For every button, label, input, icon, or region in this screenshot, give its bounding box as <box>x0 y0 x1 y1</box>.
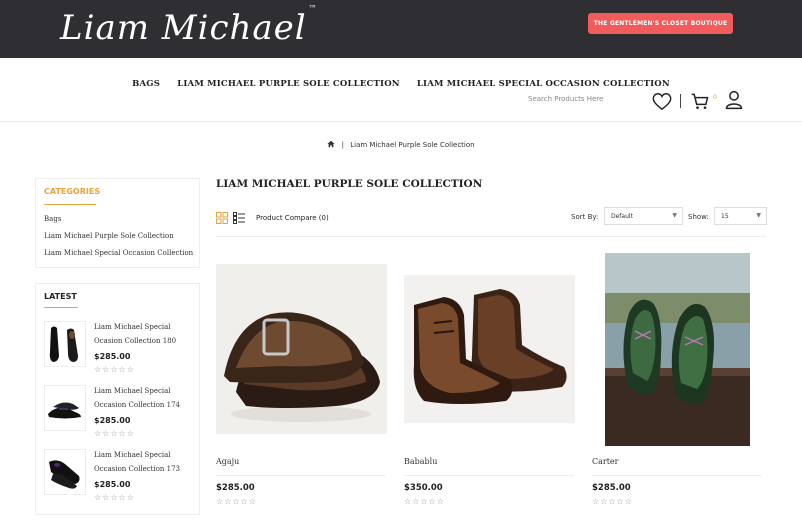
nav-separator <box>680 94 681 108</box>
nav-links: BAGS LIAM MICHAEL PURPLE SOLE COLLECTION… <box>0 71 802 90</box>
product-image[interactable] <box>216 264 387 434</box>
latest-product-price: $285.00 <box>94 480 131 489</box>
product-divider <box>592 475 762 476</box>
latest-product-thumbnail[interactable] <box>44 385 86 431</box>
wishlist-heart-icon[interactable] <box>651 91 673 111</box>
categories-title: CATEGORIES <box>44 187 101 196</box>
rating-stars-icon: ☆☆☆☆☆ <box>404 497 445 506</box>
product-name[interactable]: Agaju <box>216 457 239 466</box>
product-image[interactable] <box>605 253 750 446</box>
product-price: $350.00 <box>404 483 443 493</box>
category-special-occasion[interactable]: Liam Michael Special Occasion Collection <box>44 249 193 257</box>
sort-by-value: Default <box>611 213 633 220</box>
product-price: $285.00 <box>592 483 631 493</box>
latest-product-name[interactable]: Liam Michael Special Occasion Collection… <box>94 449 194 476</box>
product-card[interactable]: Carter $285.00 ☆☆☆☆☆ <box>592 250 764 515</box>
category-bags[interactable]: Bags <box>44 215 61 223</box>
rating-stars-icon: ☆☆☆☆☆ <box>592 497 633 506</box>
breadcrumb: | Liam Michael Purple Sole Collection <box>0 140 802 149</box>
latest-product-name[interactable]: Liam Michael Special Occasion Collection… <box>94 385 194 412</box>
rating-stars-icon: ☆☆☆☆☆ <box>94 429 135 438</box>
latest-product-price: $285.00 <box>94 352 131 361</box>
product-name[interactable]: Carter <box>592 457 619 466</box>
chevron-down-icon: ▼ <box>672 212 677 219</box>
rating-stars-icon: ☆☆☆☆☆ <box>94 493 135 502</box>
show-count-select[interactable]: 15 ▼ <box>714 207 767 225</box>
show-label: Show: <box>688 213 709 221</box>
product-card[interactable]: Agaju $285.00 ☆☆☆☆☆ <box>216 250 388 515</box>
user-account-icon[interactable] <box>724 90 744 110</box>
brand-logo[interactable]: Liam Michael ™ <box>60 4 318 48</box>
grid-view-icon[interactable] <box>216 212 228 224</box>
sort-by-label: Sort By: <box>571 213 599 221</box>
latest-product-thumbnail[interactable] <box>44 449 86 495</box>
show-count-value: 15 <box>721 213 729 220</box>
trademark-mark: ™ <box>308 3 318 13</box>
home-icon[interactable] <box>327 140 335 148</box>
breadcrumb-current[interactable]: Liam Michael Purple Sole Collection <box>350 141 474 149</box>
boutique-button[interactable]: THE GENTLEMEN'S CLOSET BOUTIQUE <box>588 13 733 34</box>
cart-count-badge: 0 <box>713 94 717 101</box>
latest-underline <box>44 307 78 308</box>
nav-link-special-occasion[interactable]: LIAM MICHAEL SPECIAL OCCASION COLLECTION <box>417 79 670 89</box>
cart-icon[interactable] <box>690 91 710 111</box>
toolbar-divider <box>216 236 766 237</box>
latest-product-name[interactable]: Liam Michael Special Ocasion Collection … <box>94 321 194 348</box>
categories-panel: CATEGORIES Bags Liam Michael Purple Sole… <box>35 178 200 268</box>
product-price: $285.00 <box>216 483 255 493</box>
rating-stars-icon: ☆☆☆☆☆ <box>94 365 135 374</box>
sort-by-select[interactable]: Default ▼ <box>604 207 683 225</box>
product-divider <box>216 475 386 476</box>
latest-item[interactable]: Liam Michael Special Occasion Collection… <box>44 385 194 445</box>
category-purple-sole[interactable]: Liam Michael Purple Sole Collection <box>44 232 174 240</box>
latest-item[interactable]: Liam Michael Special Occasion Collection… <box>44 449 194 509</box>
nav-link-purple-sole[interactable]: LIAM MICHAEL PURPLE SOLE COLLECTION <box>177 79 400 89</box>
top-header: Liam Michael ™ THE GENTLEMEN'S CLOSET BOU… <box>0 0 802 58</box>
latest-title: LATEST <box>44 292 77 301</box>
product-name[interactable]: Babablu <box>404 457 437 466</box>
logo-text: Liam Michael <box>60 8 307 48</box>
product-compare-link[interactable]: Product Compare (0) <box>256 214 329 222</box>
latest-item[interactable]: Liam Michael Special Ocasion Collection … <box>44 321 194 381</box>
chevron-down-icon: ▼ <box>756 212 761 219</box>
latest-panel: LATEST Liam Michael Special Ocasion Coll… <box>35 283 200 515</box>
product-divider <box>404 475 574 476</box>
rating-stars-icon: ☆☆☆☆☆ <box>216 497 257 506</box>
main-nav: BAGS LIAM MICHAEL PURPLE SOLE COLLECTION… <box>0 58 802 122</box>
page-title: LIAM MICHAEL PURPLE SOLE COLLECTION <box>216 178 483 190</box>
nav-link-bags[interactable]: BAGS <box>132 79 160 89</box>
product-image[interactable] <box>404 275 575 423</box>
product-card[interactable]: Babablu $350.00 ☆☆☆☆☆ <box>404 250 576 515</box>
breadcrumb-separator: | <box>341 141 344 149</box>
list-view-icon[interactable] <box>233 212 245 224</box>
search-input[interactable]: Search Products Here <box>528 95 603 103</box>
latest-product-thumbnail[interactable] <box>44 321 86 367</box>
categories-underline <box>44 204 96 205</box>
latest-product-price: $285.00 <box>94 416 131 425</box>
